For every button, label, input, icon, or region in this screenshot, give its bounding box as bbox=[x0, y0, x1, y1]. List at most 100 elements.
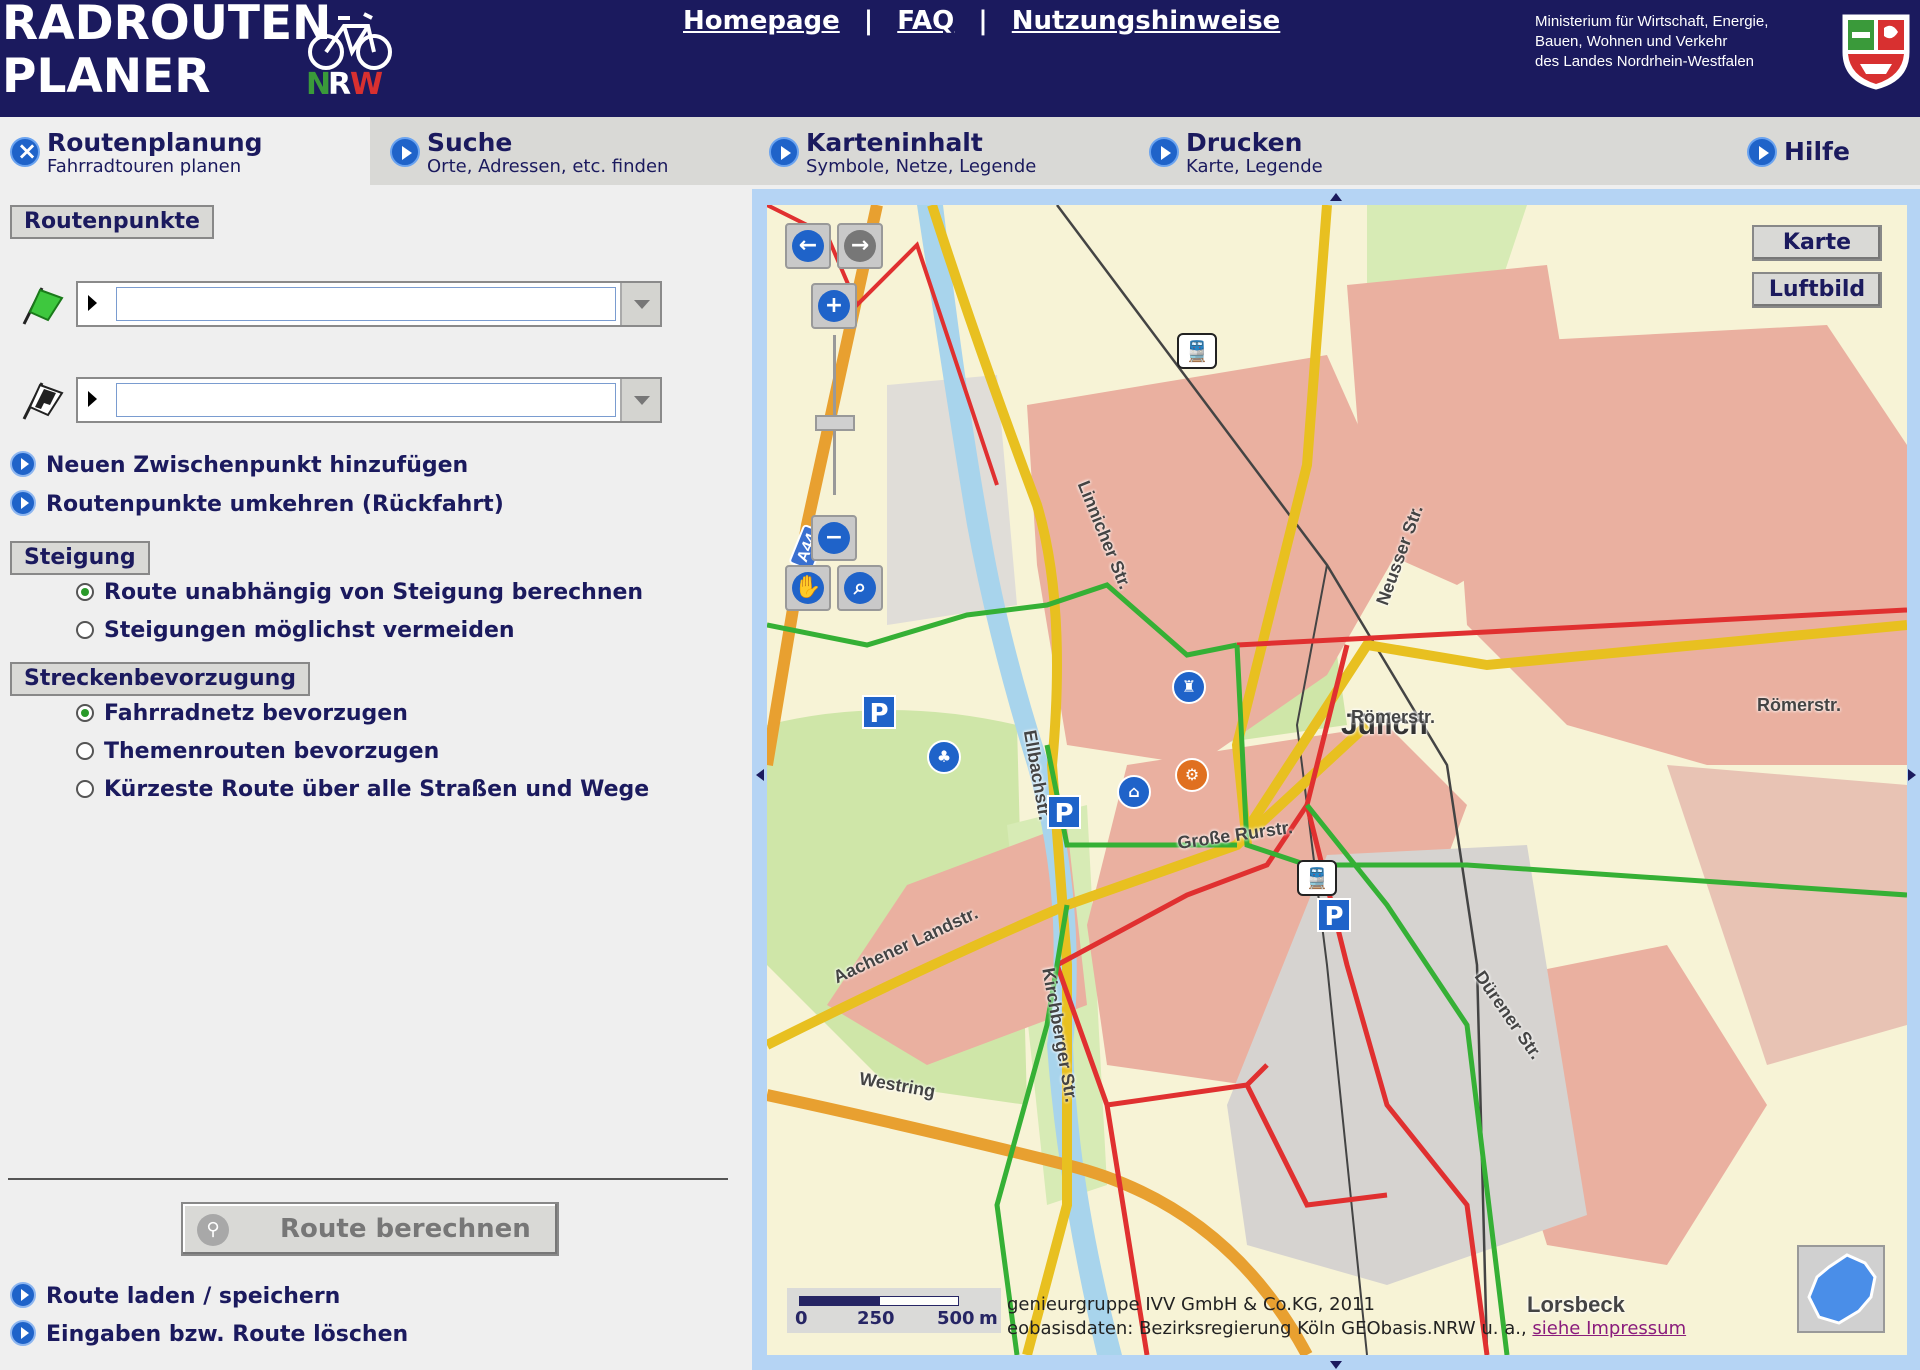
start-point-input[interactable] bbox=[116, 287, 616, 321]
end-dropdown-button[interactable] bbox=[620, 379, 660, 421]
radio-button[interactable] bbox=[76, 780, 94, 798]
reverse-route-link[interactable]: Routenpunkte umkehren (Rückfahrt) bbox=[10, 490, 504, 518]
start-dropdown-button[interactable] bbox=[620, 283, 660, 325]
magnifier-icon: ⌕ bbox=[844, 572, 876, 604]
tree-icon[interactable]: ♣ bbox=[927, 740, 961, 774]
radio-label: Themenrouten bevorzugen bbox=[104, 739, 440, 764]
zoom-box-button[interactable]: ⌕ bbox=[837, 565, 883, 611]
pan-south-arrow[interactable] bbox=[1330, 1361, 1342, 1369]
logo-line-2: PLANER bbox=[2, 49, 211, 104]
map-canvas[interactable]: Jülich Römerstr. Römerstr. Linnicher Str… bbox=[767, 205, 1907, 1355]
tab-routenplanung[interactable]: Routenplanung Fahrradtouren planen bbox=[0, 117, 370, 185]
ministry-line: Ministerium für Wirtschaft, Energie, bbox=[1535, 13, 1769, 30]
tab-title: Routenplanung bbox=[47, 128, 263, 157]
end-point-input[interactable] bbox=[116, 383, 616, 417]
section-routenpunkte: Routenpunkte bbox=[10, 205, 214, 239]
parking-icon[interactable]: P bbox=[862, 695, 896, 729]
play-icon bbox=[1747, 137, 1777, 167]
zoom-out-icon: − bbox=[818, 522, 850, 554]
app-logo[interactable]: RADROUTEN PLANER bbox=[2, 0, 331, 104]
credit-line: genieurgruppe IVV GmbH & Co.KG, 2011 bbox=[1007, 1294, 1375, 1315]
radio-button[interactable] bbox=[76, 621, 94, 639]
tab-subtitle: Fahrradtouren planen bbox=[47, 156, 242, 177]
map-label-roemerstr: Römerstr. bbox=[1757, 695, 1842, 715]
bicycle-icon: ⚲ bbox=[197, 1214, 229, 1246]
finish-flag-icon bbox=[18, 375, 66, 427]
section-steigung: Steigung bbox=[10, 541, 150, 575]
pref-option-network[interactable]: Fahrradnetz bevorzugen bbox=[76, 701, 408, 727]
nav-faq[interactable]: FAQ bbox=[897, 6, 954, 36]
tab-karteninhalt[interactable]: Karteninhalt Symbole, Netze, Legende bbox=[759, 117, 1129, 185]
routing-panel: Routenpunkte Neuen Zwischenpunkt hinzufü… bbox=[0, 185, 745, 1370]
radio-label: Steigungen möglichst vermeiden bbox=[104, 618, 515, 643]
pan-north-arrow[interactable] bbox=[1330, 193, 1342, 201]
pan-tool-button[interactable]: ✋ bbox=[785, 565, 831, 611]
svg-text:W: W bbox=[350, 67, 383, 98]
play-icon bbox=[1149, 137, 1179, 167]
expand-arrow-icon[interactable] bbox=[88, 391, 97, 407]
nav-nutzungshinweise[interactable]: Nutzungshinweise bbox=[1012, 6, 1281, 36]
start-point-combobox[interactable] bbox=[76, 281, 662, 327]
radio-button[interactable] bbox=[76, 704, 94, 722]
scale-label: m bbox=[979, 1308, 998, 1329]
pref-option-theme[interactable]: Themenrouten bevorzugen bbox=[76, 739, 439, 765]
radio-button[interactable] bbox=[76, 742, 94, 760]
layer-map-button[interactable]: Karte bbox=[1752, 225, 1882, 261]
panel-divider bbox=[8, 1178, 728, 1180]
nav-separator: | bbox=[863, 6, 874, 36]
end-point-combobox[interactable] bbox=[76, 377, 662, 423]
zoom-out-button[interactable]: − bbox=[811, 515, 857, 561]
nrw-outline-icon bbox=[1807, 1253, 1877, 1325]
load-save-route-link[interactable]: Route laden / speichern bbox=[10, 1282, 340, 1310]
arrow-right-icon: → bbox=[844, 230, 876, 262]
add-waypoint-link[interactable]: Neuen Zwischenpunkt hinzufügen bbox=[10, 451, 468, 479]
radio-button[interactable] bbox=[76, 583, 94, 601]
slope-option-ignore[interactable]: Route unabhängig von Steigung berechnen bbox=[76, 580, 643, 606]
pan-east-arrow[interactable] bbox=[1908, 769, 1916, 781]
calculate-route-button[interactable]: ⚲ Route berechnen bbox=[181, 1202, 559, 1256]
overview-map-button[interactable] bbox=[1797, 1245, 1885, 1333]
train-station-icon[interactable]: 🚆 bbox=[1297, 860, 1337, 896]
scale-label: 250 bbox=[857, 1308, 895, 1329]
pref-option-shortest[interactable]: Kürzeste Route über alle Straßen und Weg… bbox=[76, 777, 649, 803]
tab-drucken[interactable]: Drucken Karte, Legende bbox=[1139, 117, 1509, 185]
bike-service-icon[interactable]: ⚙ bbox=[1175, 758, 1209, 792]
slope-option-avoid[interactable]: Steigungen möglichst vermeiden bbox=[76, 618, 515, 644]
ministry-line: des Landes Nordrhein-Westfalen bbox=[1535, 53, 1755, 70]
credit-line: eobasisdaten: Bezirksregierung Köln GEOb… bbox=[1007, 1318, 1527, 1339]
impressum-link[interactable]: siehe Impressum bbox=[1532, 1318, 1686, 1339]
main-tabs: Routenplanung Fahrradtouren planen Suche… bbox=[0, 117, 1920, 185]
museum-icon[interactable]: ⌂ bbox=[1117, 775, 1151, 809]
zoom-in-icon: + bbox=[818, 290, 850, 322]
nav-homepage[interactable]: Homepage bbox=[683, 6, 840, 36]
ministry-line: Bauen, Wohnen und Verkehr bbox=[1535, 33, 1728, 50]
history-back-button[interactable]: ← bbox=[785, 223, 831, 269]
play-icon bbox=[10, 1320, 36, 1346]
play-icon bbox=[390, 137, 420, 167]
top-nav: Homepage | FAQ | Nutzungshinweise bbox=[683, 6, 1280, 36]
castle-icon[interactable]: ♜ bbox=[1172, 670, 1206, 704]
parking-icon[interactable]: P bbox=[1047, 795, 1081, 829]
tab-subtitle: Symbole, Netze, Legende bbox=[806, 156, 1037, 177]
pan-west-arrow[interactable] bbox=[756, 769, 764, 781]
tab-hilfe[interactable]: Hilfe bbox=[1737, 117, 1917, 185]
nrw-crest-icon bbox=[1840, 12, 1912, 94]
expand-arrow-icon[interactable] bbox=[88, 295, 97, 311]
radio-label: Route unabhängig von Steigung berechnen bbox=[104, 580, 644, 605]
close-icon bbox=[10, 137, 40, 167]
play-icon bbox=[10, 1282, 36, 1308]
tab-suche[interactable]: Suche Orte, Adressen, etc. finden bbox=[380, 117, 750, 185]
train-station-icon[interactable]: 🚆 bbox=[1177, 333, 1217, 369]
parking-icon[interactable]: P bbox=[1317, 898, 1351, 932]
delete-route-link[interactable]: Eingaben bzw. Route löschen bbox=[10, 1320, 408, 1348]
load-save-label: Route laden / speichern bbox=[46, 1284, 341, 1309]
map-label-roemerstr: Römerstr. bbox=[1351, 707, 1436, 727]
scale-bar: 0 250 500 m bbox=[787, 1288, 1001, 1333]
history-forward-button[interactable]: → bbox=[837, 223, 883, 269]
scale-segment bbox=[879, 1296, 959, 1306]
zoom-slider-handle[interactable] bbox=[815, 415, 855, 431]
tab-title: Suche bbox=[427, 128, 513, 157]
layer-aerial-button[interactable]: Luftbild bbox=[1752, 272, 1882, 308]
zoom-in-button[interactable]: + bbox=[811, 283, 857, 329]
start-flag-icon bbox=[18, 280, 66, 332]
